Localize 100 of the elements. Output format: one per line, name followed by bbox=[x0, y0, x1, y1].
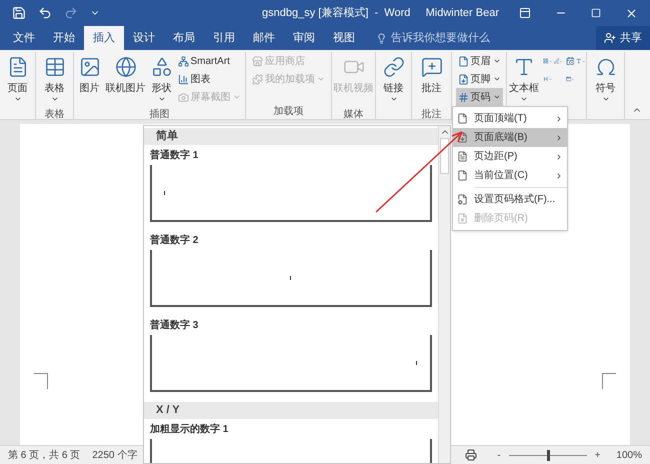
zoom-in-button[interactable]: + bbox=[590, 448, 604, 462]
margin-corner-mark bbox=[602, 373, 616, 389]
menu-item-label: 设置页码格式(F)... bbox=[474, 192, 556, 207]
ribbon-button[interactable]: 符号 bbox=[592, 52, 618, 108]
ribbon-tab[interactable]: 审阅 bbox=[284, 26, 324, 50]
maximize-icon[interactable] bbox=[591, 8, 601, 18]
page-number-preview[interactable] bbox=[150, 250, 432, 307]
page-icon bbox=[458, 56, 468, 66]
caret-icon bbox=[492, 57, 500, 65]
ribbon-button[interactable]: 图表 bbox=[176, 70, 242, 88]
button-label: 形状 bbox=[152, 82, 172, 95]
group-label: 插图 bbox=[150, 108, 170, 122]
group-label: 批注 bbox=[422, 108, 442, 122]
window-title: gsndbg_sy [兼容模式] - Word bbox=[262, 6, 410, 21]
page-icon bbox=[458, 74, 468, 84]
ribbon-tab[interactable]: 插入 bbox=[84, 26, 124, 50]
button-label: 屏幕截图 bbox=[190, 90, 230, 104]
ribbon-tab[interactable]: 引用 bbox=[204, 26, 244, 50]
ribbon-button[interactable]: 联机图片 bbox=[104, 52, 148, 108]
group-label: 加载项 bbox=[274, 105, 304, 119]
menu-item[interactable]: 当前位置(C) bbox=[453, 166, 567, 185]
ribbon-button[interactable]: SmartArt bbox=[176, 52, 242, 70]
ribbon-tab[interactable]: 开始 bbox=[44, 26, 84, 50]
button-label: 符号 bbox=[596, 82, 616, 95]
page-icon bbox=[457, 170, 468, 181]
user-name: Midwinter Bear bbox=[426, 6, 499, 21]
tell-me-field[interactable]: 告诉我你想要做什么 bbox=[376, 26, 501, 50]
margin-corner-mark bbox=[34, 373, 48, 389]
caret-icon bbox=[492, 75, 500, 83]
caret-icon bbox=[317, 75, 325, 83]
scroll-thumb[interactable] bbox=[440, 138, 449, 174]
link-icon bbox=[382, 56, 404, 78]
button-label: 文本框 bbox=[509, 82, 539, 95]
close-icon[interactable] bbox=[625, 6, 638, 20]
ribbon-tab[interactable]: 文件 bbox=[4, 26, 44, 50]
shapes-icon bbox=[150, 56, 172, 78]
page-icon bbox=[457, 194, 468, 205]
button-label: 联机图片 bbox=[106, 82, 146, 95]
undo-icon[interactable] bbox=[38, 6, 52, 20]
gallery-item-label: 加粗显示的数字 1 bbox=[149, 422, 230, 437]
ribbon-tab[interactable]: 邮件 bbox=[244, 26, 284, 50]
button-label: 图表 bbox=[190, 72, 210, 86]
ribbon-button[interactable]: 文本框 bbox=[507, 52, 541, 108]
group-label: 表格 bbox=[44, 108, 64, 122]
page-count[interactable]: 第 6 页，共 6 页 bbox=[8, 448, 80, 462]
caret-icon bbox=[390, 95, 398, 103]
menu-item[interactable]: 页面顶端(T) bbox=[453, 109, 567, 128]
button-label: 我的加载项 bbox=[265, 72, 315, 86]
menu-item[interactable]: 设置页码格式(F)... bbox=[453, 190, 567, 209]
table-icon bbox=[44, 56, 66, 78]
ribbon-tab[interactable]: 设计 bbox=[124, 26, 164, 50]
ribbon-button[interactable]: 批注 bbox=[418, 52, 444, 108]
button-label: 应用商店 bbox=[265, 54, 305, 68]
ribbon-tab[interactable]: 视图 bbox=[324, 26, 364, 50]
ribbon-button[interactable]: 页码 bbox=[456, 88, 502, 106]
menu-item[interactable]: 页面底端(B) bbox=[453, 128, 567, 147]
button-label: 图片 bbox=[80, 82, 100, 95]
button-label: 页眉 bbox=[470, 54, 490, 68]
ribbon-button[interactable]: 形状 bbox=[148, 52, 174, 108]
share-button[interactable]: 共享 bbox=[596, 26, 650, 50]
caret-icon bbox=[14, 95, 22, 103]
menu-item[interactable]: 页边距(P) bbox=[453, 147, 567, 166]
menu-item-label: 当前位置(C) bbox=[474, 168, 528, 183]
omega-icon bbox=[594, 56, 616, 78]
ribbon-button[interactable]: 图片 bbox=[76, 52, 102, 108]
zoom-slider-thumb[interactable] bbox=[546, 450, 550, 460]
print-layout-icon[interactable] bbox=[465, 449, 478, 461]
gallery-section-header: 简单 bbox=[144, 128, 438, 145]
ribbon-button[interactable]: 页脚 bbox=[456, 70, 502, 88]
page-number-preview[interactable] bbox=[150, 165, 432, 222]
button-label: 页面 bbox=[8, 82, 28, 95]
button-label: 批注 bbox=[422, 82, 442, 95]
menu-item-label: 页面底端(B) bbox=[474, 130, 528, 145]
share-icon bbox=[604, 32, 616, 44]
page-icon bbox=[457, 132, 468, 143]
page-icon bbox=[457, 151, 468, 162]
menu-item-label: 删除页码(R) bbox=[474, 212, 528, 226]
word-count[interactable]: 2250 个字 bbox=[92, 448, 138, 462]
ribbon-button[interactable]: 页眉 bbox=[456, 52, 502, 70]
scrollbar[interactable] bbox=[438, 126, 450, 463]
ribbon-button[interactable]: 表格 bbox=[42, 52, 68, 108]
ribbon-button[interactable]: 链接 bbox=[380, 52, 406, 108]
group-label: 媒体 bbox=[344, 108, 364, 122]
menu-item-label: 页边距(P) bbox=[474, 150, 518, 164]
hash-icon bbox=[458, 92, 468, 102]
button-label: 表格 bbox=[44, 82, 64, 95]
button-label: 链接 bbox=[384, 82, 404, 95]
button-label: 联机视频 bbox=[334, 82, 374, 95]
ribbon-tab[interactable]: 布局 bbox=[164, 26, 204, 50]
text-icon bbox=[513, 56, 535, 78]
save-icon[interactable] bbox=[12, 6, 26, 20]
ribbon-display-icon[interactable] bbox=[519, 7, 531, 19]
zoom-out-button[interactable]: - bbox=[493, 448, 505, 462]
page-icon bbox=[457, 113, 468, 124]
ribbon-button[interactable]: 页面 bbox=[4, 52, 30, 108]
bar-chart-icon bbox=[178, 74, 188, 84]
zoom-slider[interactable] bbox=[508, 450, 587, 460]
caret-icon bbox=[520, 95, 528, 103]
zoom-level[interactable]: 100% bbox=[616, 448, 642, 462]
page-number-preview[interactable] bbox=[150, 335, 432, 392]
